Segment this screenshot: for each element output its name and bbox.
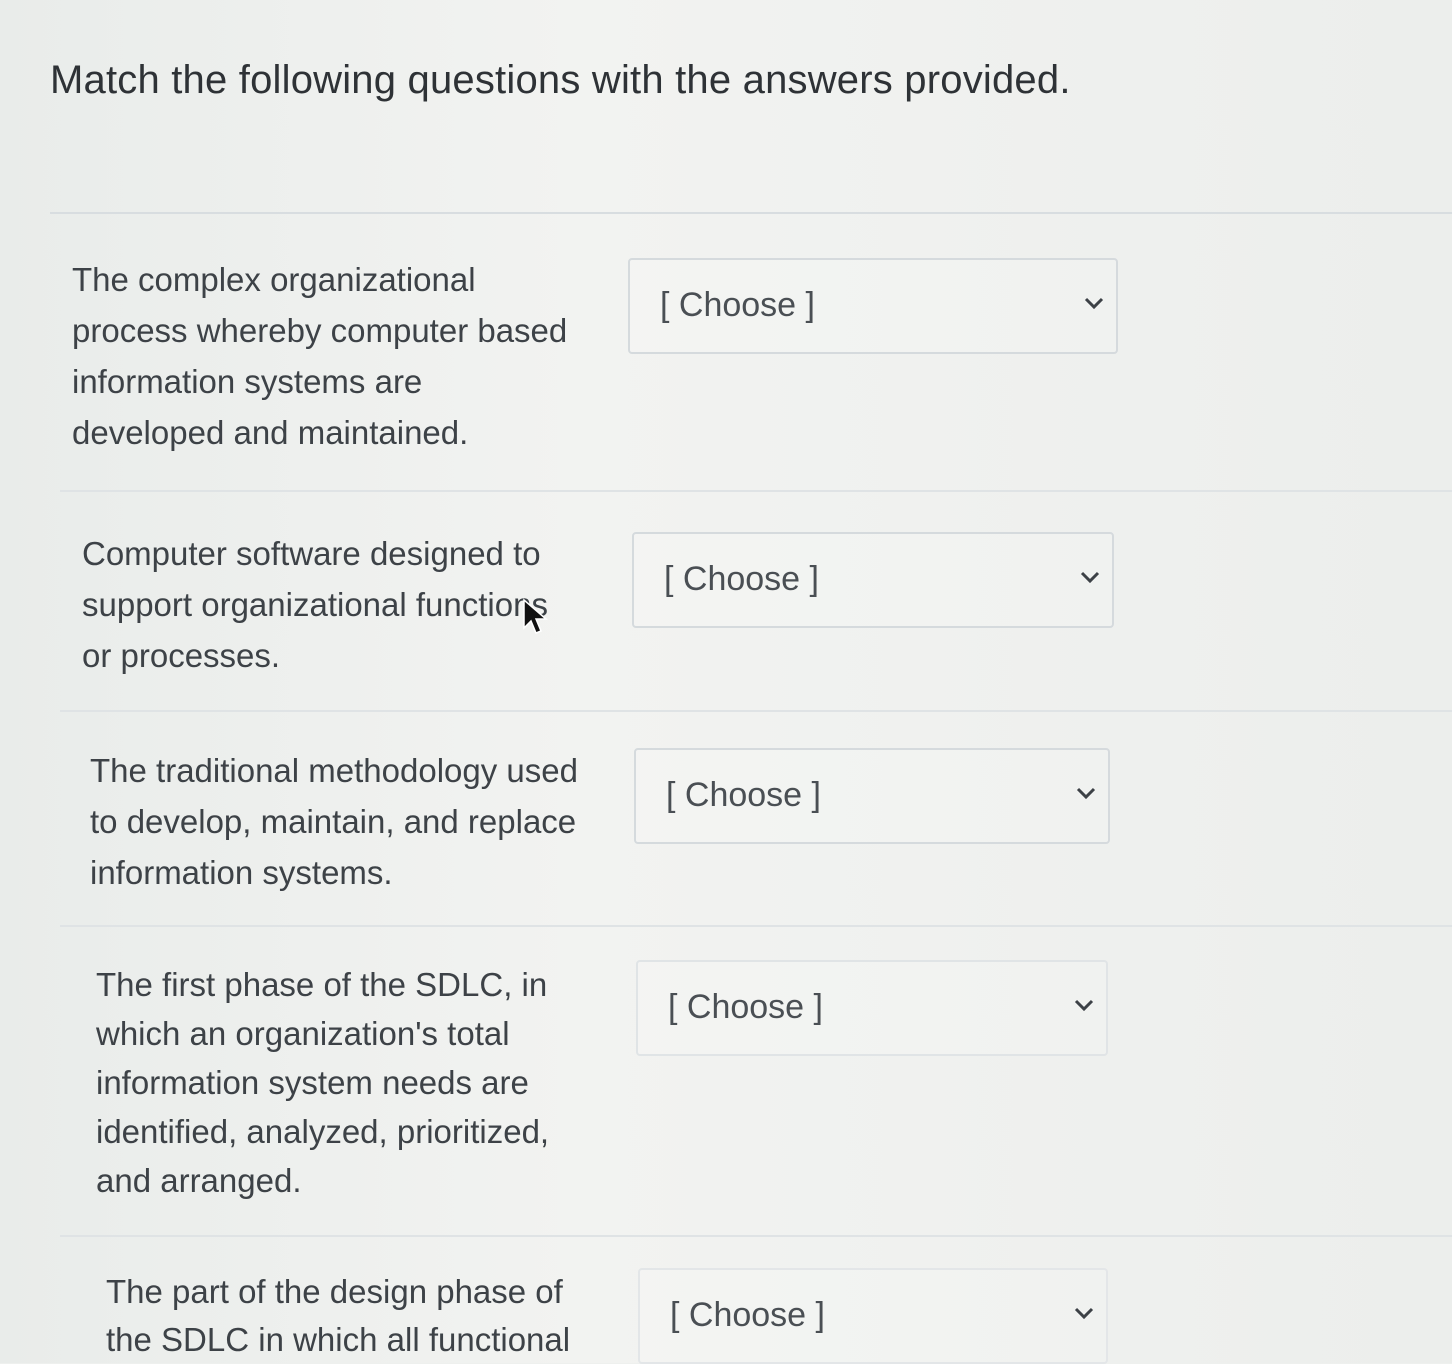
- match-prompt-3: The traditional methodology used to deve…: [90, 752, 578, 891]
- select-value: [ Choose ]: [666, 776, 821, 814]
- match-prompt-2: Computer software designed to support or…: [82, 535, 548, 674]
- answer-select-4[interactable]: [ Choose ]: [636, 960, 1108, 1056]
- quiz-page: Match the following questions with the a…: [0, 0, 1452, 1364]
- row-divider: [60, 490, 1452, 492]
- answer-select-2[interactable]: [ Choose ]: [632, 532, 1114, 628]
- select-value: [ Choose ]: [660, 286, 815, 324]
- match-prompt-5: The part of the design phase of the SDLC…: [106, 1273, 571, 1358]
- select-value: [ Choose ]: [670, 1296, 825, 1334]
- select-value: [ Choose ]: [668, 988, 823, 1026]
- chevron-down-icon: [1076, 787, 1096, 800]
- row-divider: [60, 925, 1452, 927]
- answer-select-3[interactable]: [ Choose ]: [634, 748, 1110, 844]
- answer-select-5[interactable]: [ Choose ]: [638, 1268, 1108, 1364]
- match-prompt-4: The first phase of the SDLC, in which an…: [96, 966, 550, 1199]
- select-value: [ Choose ]: [664, 560, 819, 598]
- row-divider: [60, 1235, 1452, 1237]
- chevron-down-icon: [1084, 297, 1104, 310]
- mouse-cursor-icon: [523, 598, 548, 634]
- chevron-down-icon: [1074, 1307, 1094, 1320]
- chevron-down-icon: [1074, 999, 1094, 1012]
- question-instructions: Match the following questions with the a…: [50, 58, 1071, 102]
- divider: [50, 212, 1452, 214]
- row-divider: [60, 710, 1452, 712]
- answer-select-1[interactable]: [ Choose ]: [628, 258, 1118, 354]
- chevron-down-icon: [1080, 571, 1100, 584]
- match-prompt-1: The complex organizational process where…: [72, 261, 568, 451]
